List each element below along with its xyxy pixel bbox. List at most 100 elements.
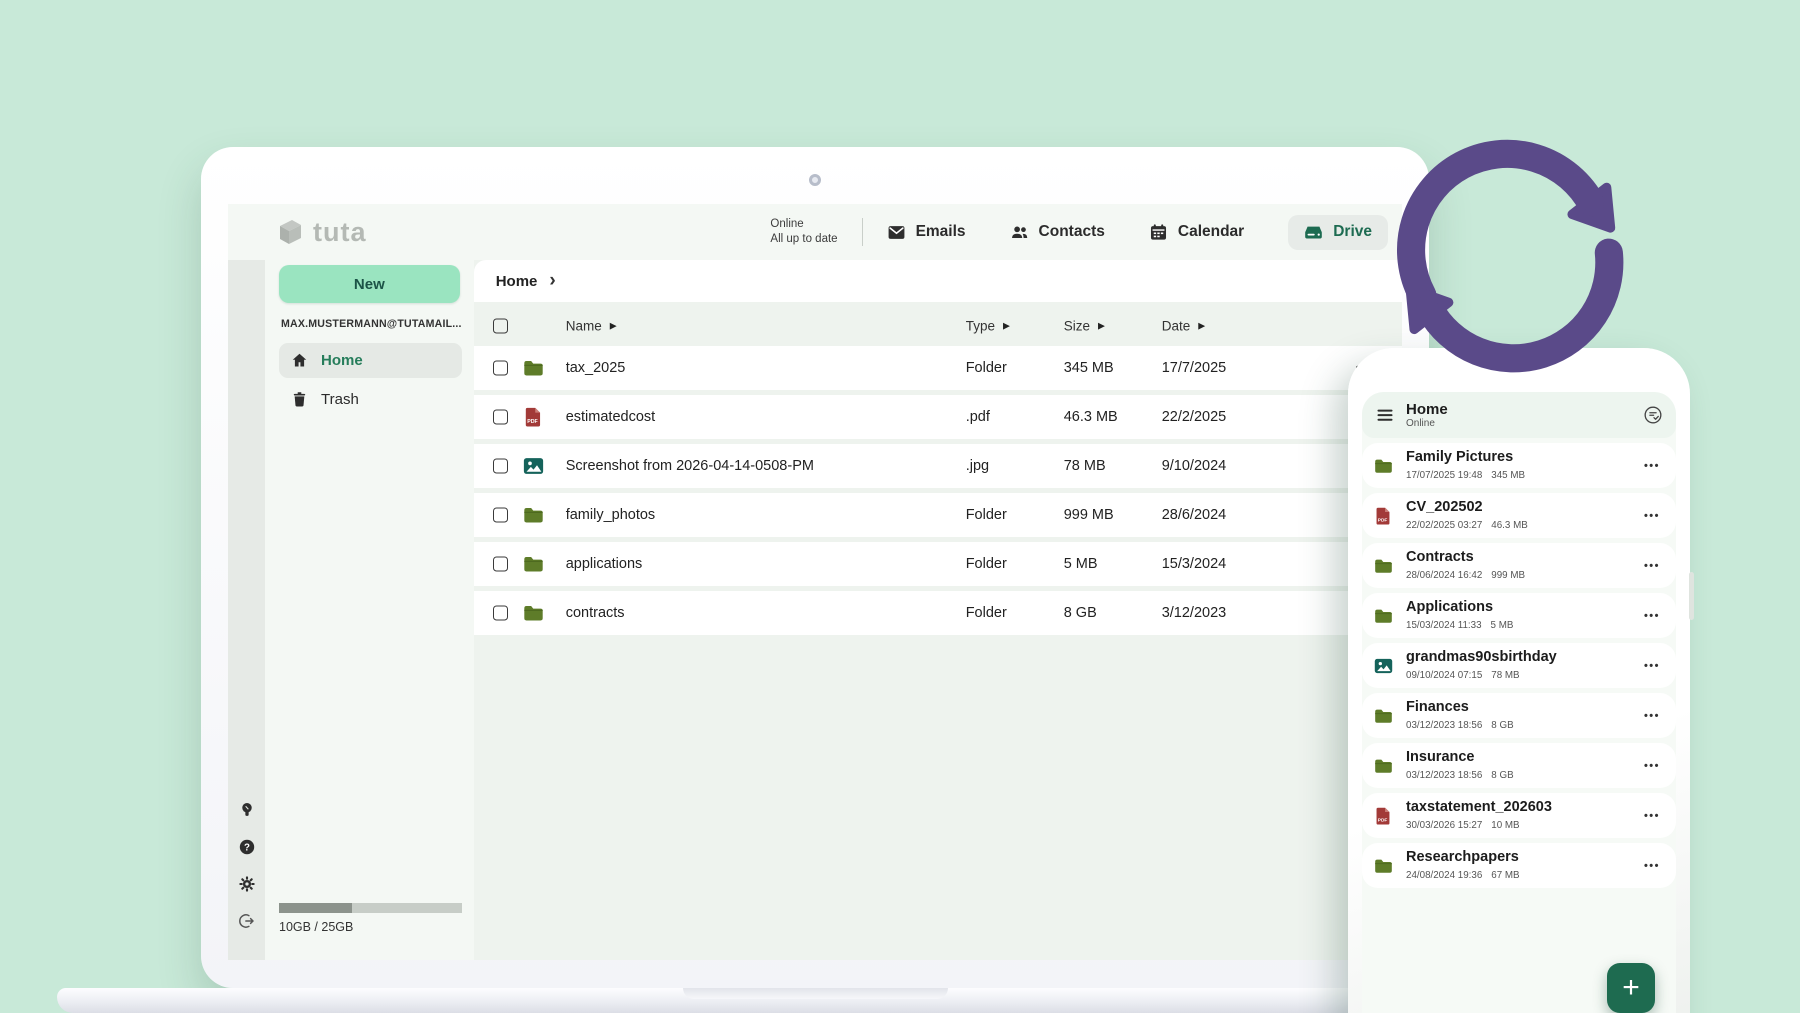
list-item[interactable]: PDF Contracts 28/06/2024 16:42 999 MB ••… [1362, 543, 1676, 588]
checkbox-icon [493, 459, 508, 474]
file-type-icon: PDF [523, 358, 544, 379]
storage-label: 10GB / 25GB [279, 920, 462, 934]
row-checkbox[interactable] [493, 606, 508, 621]
file-meta: 24/08/2024 19:36 67 MB [1406, 870, 1520, 881]
file-meta: 09/10/2024 07:15 78 MB [1406, 670, 1520, 681]
file-date: 22/2/2025 [1162, 409, 1227, 425]
file-date: 9/10/2024 [1162, 458, 1227, 474]
file-row[interactable]: PDF tax_2025 Folder 345 MB 17/7/2025 ••• [474, 346, 1402, 390]
list-item[interactable]: PDF Applications 15/03/2024 11:33 5 MB •… [1362, 593, 1676, 638]
list-item[interactable]: PDF taxstatement_202603 30/03/2026 15:27… [1362, 793, 1676, 838]
file-datetime: 30/03/2026 15:27 [1406, 820, 1482, 831]
file-size: 78 MB [1491, 670, 1519, 681]
breadcrumb: Home › [474, 260, 1402, 302]
tuta-cube-icon [276, 218, 304, 246]
column-name[interactable]: Name ▶ [566, 319, 617, 334]
checkbox-icon [493, 508, 508, 523]
list-item[interactable]: PDF CV_202502 22/02/2025 03:27 46.3 MB •… [1362, 493, 1676, 538]
more-icon[interactable]: ••• [1644, 610, 1660, 622]
file-size: 999 MB [1064, 507, 1114, 523]
file-name: Finances [1406, 699, 1469, 715]
status-line2: All up to date [770, 232, 837, 247]
select-all-checkbox[interactable] [493, 319, 508, 334]
list-item[interactable]: PDF Researchpapers 24/08/2024 19:36 67 M… [1362, 843, 1676, 888]
file-size: 345 MB [1064, 360, 1114, 376]
list-item[interactable]: PDF grandmas90sbirthday 09/10/2024 07:15… [1362, 643, 1676, 688]
list-item[interactable]: PDF Insurance 03/12/2023 18:56 8 GB ••• [1362, 743, 1676, 788]
row-checkbox[interactable] [493, 557, 508, 572]
nav-contacts[interactable]: Contacts [1010, 223, 1105, 242]
menu-hamburger-icon[interactable] [1375, 405, 1395, 425]
trash-icon [291, 391, 308, 408]
nav-drive[interactable]: Drive [1288, 215, 1388, 250]
file-datetime: 03/12/2023 18:56 [1406, 770, 1482, 781]
row-checkbox[interactable] [493, 410, 508, 425]
left-rail: ? [228, 260, 265, 960]
column-date-label: Date [1162, 319, 1191, 334]
more-icon[interactable]: ••• [1644, 460, 1660, 472]
file-row[interactable]: PDF applications Folder 5 MB 15/3/2024 •… [474, 542, 1402, 586]
drive-icon [1304, 223, 1323, 242]
row-checkbox[interactable] [493, 459, 508, 474]
sort-icon: ▶ [610, 321, 617, 332]
list-item[interactable]: PDF Family Pictures 17/07/2025 19:48 345… [1362, 443, 1676, 488]
help-icon[interactable]: ? [238, 838, 256, 856]
add-file-fab[interactable]: + [1607, 963, 1655, 1013]
column-type[interactable]: Type ▶ [966, 319, 1010, 334]
sort-icon: ▶ [1098, 321, 1105, 332]
file-size: 8 GB [1064, 605, 1097, 621]
breadcrumb-home[interactable]: Home [496, 273, 538, 290]
file-row[interactable]: PDF family_photos Folder 999 MB 28/6/202… [474, 493, 1402, 537]
file-meta: 15/03/2024 11:33 5 MB [1406, 620, 1513, 631]
list-item[interactable]: PDF Finances 03/12/2023 18:56 8 GB ••• [1362, 693, 1676, 738]
file-datetime: 09/10/2024 07:15 [1406, 670, 1482, 681]
logout-icon[interactable] [238, 912, 256, 930]
nav-emails[interactable]: Emails [887, 223, 966, 242]
status-line1: Online [770, 217, 837, 232]
file-datetime: 15/03/2024 11:33 [1406, 620, 1482, 631]
column-date[interactable]: Date ▶ [1162, 319, 1205, 334]
more-icon[interactable]: ••• [1644, 860, 1660, 872]
webcam-dot [809, 174, 821, 186]
more-icon[interactable]: ••• [1644, 510, 1660, 522]
row-checkbox[interactable] [493, 508, 508, 523]
more-icon[interactable]: ••• [1644, 660, 1660, 672]
new-button[interactable]: New [279, 265, 460, 303]
column-size[interactable]: Size ▶ [1064, 319, 1105, 334]
mobile-header: Home Online [1362, 392, 1676, 438]
tips-bulb-icon[interactable] [238, 801, 256, 819]
mobile-status: Online [1406, 418, 1448, 430]
phone-side-button [1689, 572, 1694, 620]
file-row[interactable]: PDF Screenshot from 2026-04-14-0508-PM .… [474, 444, 1402, 488]
sidebar-trash-label: Trash [321, 391, 359, 408]
file-row[interactable]: PDF contracts Folder 8 GB 3/12/2023 ••• [474, 591, 1402, 635]
row-checkbox[interactable] [493, 361, 508, 376]
file-date: 17/7/2025 [1162, 360, 1227, 376]
file-type-icon: PDF [1374, 506, 1393, 525]
file-name: family_photos [566, 507, 655, 523]
file-type: Folder [966, 507, 1007, 523]
file-meta: 30/03/2026 15:27 10 MB [1406, 820, 1520, 831]
file-meta: 22/02/2025 03:27 46.3 MB [1406, 520, 1528, 531]
storage-bar-fill [279, 903, 352, 913]
nav-calendar[interactable]: Calendar [1149, 223, 1244, 242]
app-header: tuta Online All up to date Emails [228, 204, 1402, 260]
more-icon[interactable]: ••• [1644, 760, 1660, 772]
file-size: 78 MB [1064, 458, 1106, 474]
more-icon[interactable]: ••• [1644, 710, 1660, 722]
sidebar-item-home[interactable]: Home [279, 343, 462, 378]
file-size: 5 MB [1064, 556, 1098, 572]
column-name-label: Name [566, 319, 602, 334]
sidebar-home-label: Home [321, 352, 363, 369]
sort-icon: ▶ [1003, 321, 1010, 332]
file-row[interactable]: PDF estimatedcost .pdf 46.3 MB 22/2/2025… [474, 395, 1402, 439]
more-icon[interactable]: ••• [1644, 810, 1660, 822]
storage-widget: 10GB / 25GB [279, 903, 462, 934]
more-icon[interactable]: ••• [1644, 560, 1660, 572]
settings-gear-icon[interactable] [238, 875, 256, 893]
sidebar-item-trash[interactable]: Trash [279, 382, 462, 417]
sidebar: New MAX.MUSTERMANN@TUTAMAIL... Home [265, 260, 474, 960]
select-list-icon[interactable] [1643, 405, 1663, 425]
phone-mockup: Home Online PDF [1348, 348, 1690, 1013]
file-type: Folder [966, 360, 1007, 376]
